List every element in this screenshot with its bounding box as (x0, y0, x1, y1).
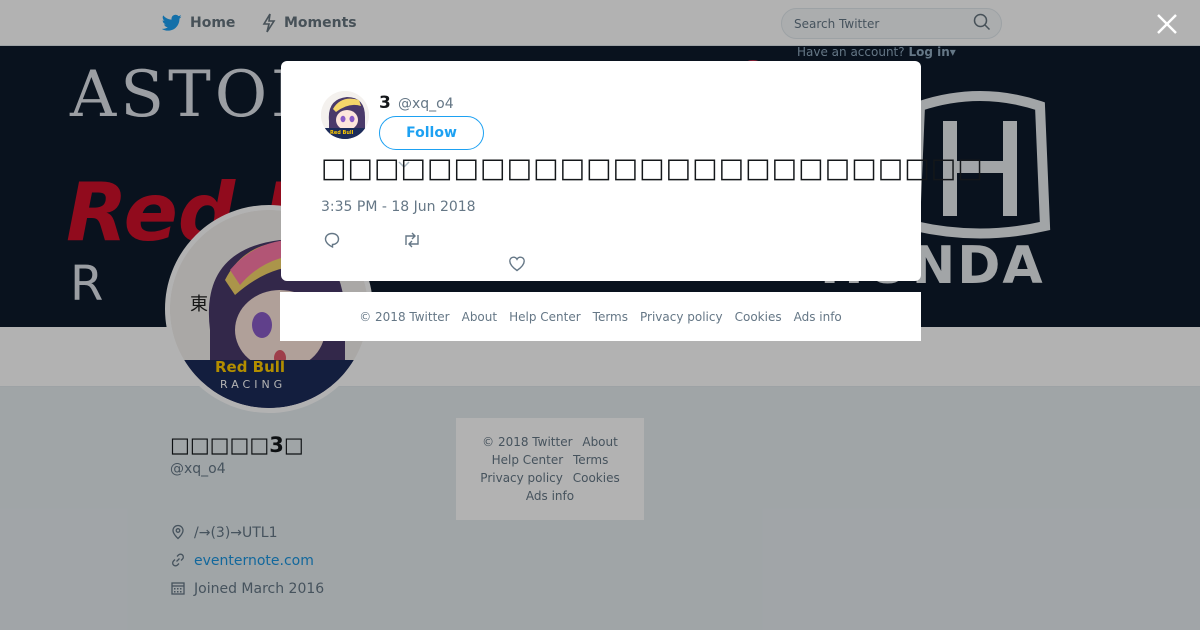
tweet-author-name[interactable]: 3 (379, 93, 391, 113)
reply-icon[interactable] (323, 231, 343, 251)
modal-footer: © 2018 Twitter About Help Center Terms P… (280, 292, 921, 341)
login-link[interactable]: Log in (908, 45, 949, 59)
retweet-icon[interactable] (402, 231, 422, 251)
caret-down-icon[interactable]: ▾ (950, 45, 956, 59)
modal-footer-help-center[interactable]: Help Center (509, 310, 581, 324)
modal-footer-ads-info[interactable]: Ads info (794, 310, 842, 324)
tweet-timestamp[interactable]: 3:35 PM - 18 Jun 2018 (321, 199, 476, 215)
svg-text:Red Bull: Red Bull (330, 130, 354, 136)
modal-footer-privacy[interactable]: Privacy policy (640, 310, 723, 324)
login-prompt: Have an account? Log in▾ (797, 45, 956, 59)
tweet-text: □□□□□□□□□□□□□□□□□□□□□□□□□ (321, 153, 984, 184)
like-heart-icon[interactable] (508, 255, 528, 275)
modal-footer-about[interactable]: About (462, 310, 497, 324)
avatar-illustration-small: Red Bull (321, 91, 369, 139)
login-prompt-text: Have an account? (797, 45, 905, 59)
tweet-author-handle[interactable]: @xq_o4 (398, 96, 454, 112)
follow-button[interactable]: Follow (379, 116, 484, 150)
modal-footer-cookies[interactable]: Cookies (735, 310, 782, 324)
close-icon[interactable] (1153, 10, 1181, 38)
tweet-modal: Red Bull 3 @xq_o4 Follow □□□□□□□□□□□□□□□… (281, 61, 983, 281)
tweet-author-avatar[interactable]: Red Bull (321, 91, 369, 139)
modal-footer-terms[interactable]: Terms (593, 310, 628, 324)
modal-footer-copyright: © 2018 Twitter (359, 309, 450, 324)
